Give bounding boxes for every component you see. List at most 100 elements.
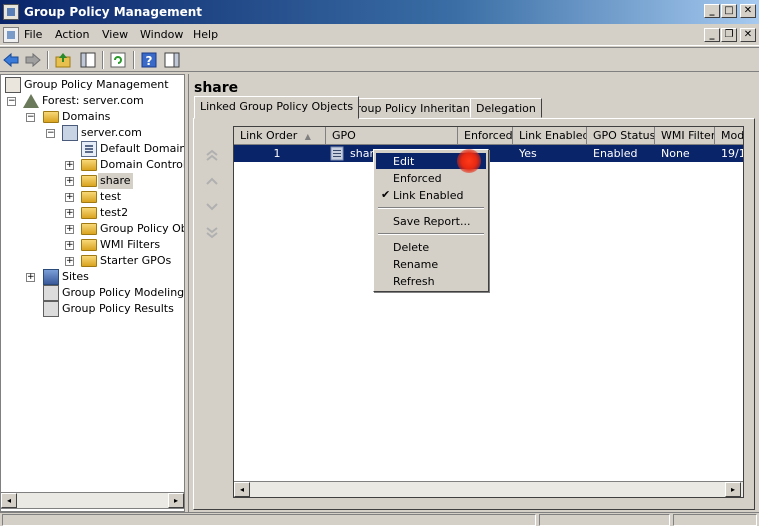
menu-item-refresh[interactable]: Refresh <box>376 273 486 289</box>
expand-icon[interactable]: + <box>65 241 74 250</box>
back-arrow-icon[interactable] <box>2 51 20 69</box>
tree-node-group-policy-objects[interactable]: + Group Policy Obje <box>5 221 184 237</box>
menu-item-save-report[interactable]: Save Report... <box>376 213 486 229</box>
tree-node-wmi-filters[interactable]: + WMI Filters <box>5 237 184 253</box>
menu-separator <box>378 233 484 235</box>
tab-gp-inheritance[interactable]: Group Policy Inheritance <box>342 98 489 118</box>
move-bottom-icon[interactable] <box>204 226 220 240</box>
tree-node-label: Starter GPOs <box>100 254 172 267</box>
tree-node-label: Domain Controller <box>100 158 185 171</box>
forward-arrow-icon[interactable] <box>24 51 42 69</box>
tree-node-label: Default Domain Po <box>100 142 185 155</box>
col-wmi-filter[interactable]: WMI Filter <box>655 127 715 145</box>
scroll-right-button[interactable]: ▸ <box>725 482 741 497</box>
tree-node-label: Group Policy Results <box>62 302 174 315</box>
menu-item-link-enabled[interactable]: ✔ Link Enabled <box>376 187 486 203</box>
folder-icon <box>81 255 97 267</box>
refresh-icon[interactable] <box>109 51 127 69</box>
cell-link-enabled: Yes <box>519 147 537 160</box>
tree-node-gpm[interactable]: Group Policy Management <box>5 77 184 93</box>
status-cell <box>539 514 670 526</box>
col-modified[interactable]: Modi <box>715 127 743 145</box>
col-gpo-status[interactable]: GPO Status <box>587 127 655 145</box>
scroll-left-button[interactable]: ◂ <box>1 493 17 508</box>
folder-icon <box>81 175 97 187</box>
results-icon <box>43 301 59 317</box>
tree-node-gp-results[interactable]: Group Policy Results <box>5 301 184 317</box>
tree-node-domains[interactable]: − Domains <box>5 109 184 125</box>
tree-node-label: test <box>100 190 122 203</box>
collapse-icon[interactable]: − <box>46 129 55 138</box>
move-up-icon[interactable] <box>204 174 220 188</box>
tree-node-label: Domains <box>62 110 111 123</box>
console-tree: Group Policy Management − Forest: server… <box>0 74 185 512</box>
tree-node-label: Sites <box>62 270 89 283</box>
tree-node-domain-controllers[interactable]: + Domain Controller <box>5 157 185 173</box>
move-top-icon[interactable] <box>204 148 220 162</box>
col-link-enabled[interactable]: Link Enabled <box>513 127 587 145</box>
action-pane-icon[interactable] <box>163 51 181 69</box>
mdi-restore-button[interactable]: ❐ <box>721 28 737 42</box>
mdi-close-button[interactable]: ✕ <box>740 28 756 42</box>
svg-text:?: ? <box>146 54 153 68</box>
expand-icon[interactable]: + <box>65 225 74 234</box>
toolbar-separator <box>133 51 135 69</box>
tree-node-gp-modeling[interactable]: Group Policy Modeling <box>5 285 184 301</box>
menu-item-label: Link Enabled <box>393 189 464 202</box>
minimize-button[interactable]: _ <box>704 4 720 18</box>
tree-node-forest[interactable]: − Forest: server.com <box>5 93 184 109</box>
tree-node-share[interactable]: + share <box>5 173 184 189</box>
expand-icon[interactable]: + <box>65 177 74 186</box>
collapse-icon[interactable]: − <box>26 113 35 122</box>
col-gpo[interactable]: GPO <box>326 127 458 145</box>
tree-node-label: Group Policy Obje <box>100 222 184 235</box>
close-button[interactable]: ✕ <box>740 4 756 18</box>
menu-help[interactable]: Help <box>193 28 218 41</box>
mdi-minimize-button[interactable]: _ <box>704 28 720 42</box>
up-folder-icon[interactable] <box>54 51 72 69</box>
folder-icon <box>81 239 97 251</box>
expand-icon[interactable]: + <box>26 273 35 282</box>
collapse-icon[interactable]: − <box>7 97 16 106</box>
tree-node-label: server.com <box>81 126 142 139</box>
domain-icon <box>62 125 78 141</box>
menu-file[interactable]: File <box>24 28 42 41</box>
tree-node-default-domain-policy[interactable]: Default Domain Po <box>5 141 185 157</box>
toolbar: ? <box>0 47 759 72</box>
tree-node-test2[interactable]: + test2 <box>5 205 184 221</box>
col-enforced[interactable]: Enforced <box>458 127 513 145</box>
mdi-system-menu-icon[interactable] <box>3 27 19 43</box>
menu-item-delete[interactable]: Delete <box>376 239 486 255</box>
tab-delegation[interactable]: Delegation <box>470 98 542 118</box>
col-link-order[interactable]: Link Order ▲ <box>234 127 326 145</box>
expand-icon[interactable]: + <box>65 209 74 218</box>
move-down-icon[interactable] <box>204 200 220 214</box>
menu-window[interactable]: Window <box>140 28 183 41</box>
col-label: Link Order <box>240 129 298 142</box>
toolbar-separator <box>102 51 104 69</box>
menu-bar: File Action View Window Help _ ❐ ✕ <box>0 24 759 46</box>
show-hide-console-tree-icon[interactable] <box>79 51 97 69</box>
cell-gpo-status: Enabled <box>593 147 638 160</box>
tree-horizontal-scrollbar[interactable]: ◂ ▸ <box>0 492 185 509</box>
tab-linked-gpos[interactable]: Linked Group Policy Objects <box>194 96 360 119</box>
help-icon[interactable]: ? <box>140 51 158 69</box>
maximize-button[interactable]: □ <box>721 4 737 18</box>
status-cell <box>2 514 536 526</box>
window-title: Group Policy Management <box>24 5 203 19</box>
menu-view[interactable]: View <box>102 28 128 41</box>
tree-node-starter-gpos[interactable]: + Starter GPOs <box>5 253 184 269</box>
expand-icon[interactable]: + <box>65 257 74 266</box>
scroll-right-button[interactable]: ▸ <box>168 493 184 508</box>
folder-icon <box>81 207 97 219</box>
tree-node-sites[interactable]: + Sites <box>5 269 184 285</box>
expand-icon[interactable]: + <box>65 193 74 202</box>
expand-icon[interactable]: + <box>65 161 74 170</box>
menu-action[interactable]: Action <box>55 28 89 41</box>
scroll-left-button[interactable]: ◂ <box>234 482 250 497</box>
menu-item-rename[interactable]: Rename <box>376 256 486 272</box>
tree-node-test[interactable]: + test <box>5 189 184 205</box>
grid-horizontal-scrollbar[interactable]: ◂ ▸ <box>234 481 743 497</box>
tree-node-server-com[interactable]: − server.com <box>5 125 184 141</box>
tree-node-label: WMI Filters <box>100 238 161 251</box>
